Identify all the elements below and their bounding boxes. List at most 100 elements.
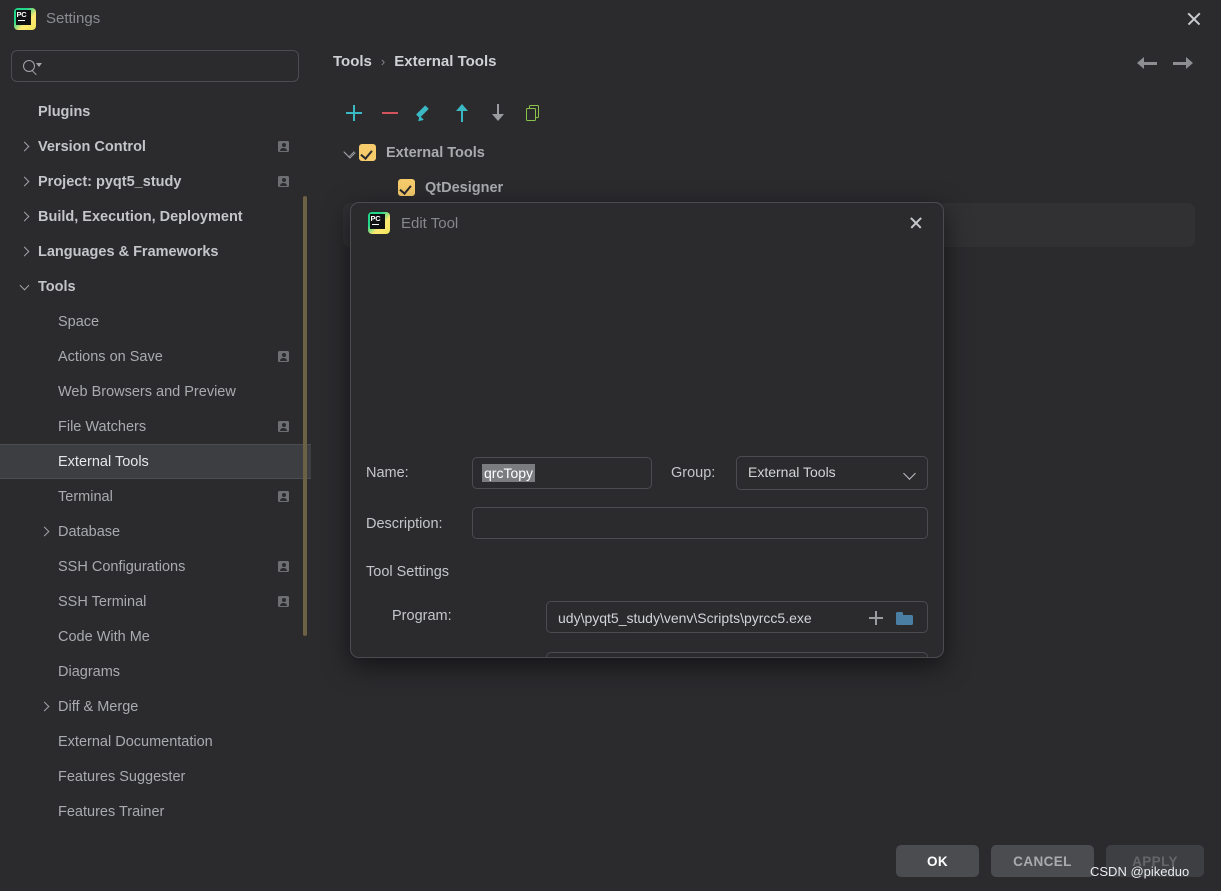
sidebar-item-tools[interactable]: Tools	[0, 269, 311, 304]
project-scope-icon	[278, 421, 289, 432]
tool-tree-row[interactable]: QtDesigner	[343, 170, 843, 205]
sidebar-item-label: External Tools	[58, 453, 149, 470]
name-input-selected-text: qrcTopy	[482, 464, 536, 482]
settings-sidebar: Plugins Version Control Project: pyqt5_stu…	[0, 38, 311, 891]
breadcrumb: Tools › External Tools	[333, 53, 496, 70]
remove-tool-button[interactable]	[379, 102, 401, 124]
sidebar-item-diagrams[interactable]: Diagrams	[0, 654, 311, 689]
arrow-left-shaft	[1144, 61, 1157, 65]
chevron-right-icon	[18, 140, 32, 154]
dialog-title: Edit Tool	[401, 215, 459, 232]
cancel-button[interactable]: CANCEL	[991, 845, 1094, 877]
nav-forward-button[interactable]	[1171, 54, 1193, 72]
sidebar-item-label: SSH Terminal	[58, 593, 147, 610]
external-tools-toolbar	[343, 98, 545, 128]
dialog-logo-text: PC	[370, 214, 381, 223]
browse-folder-icon[interactable]	[896, 612, 913, 625]
nav-back-button[interactable]	[1137, 54, 1159, 72]
sidebar-item-actions-on-save[interactable]: Actions on Save	[0, 339, 311, 374]
sidebar-item-external-tools[interactable]: External Tools	[0, 444, 311, 479]
window-titlebar: PC Settings	[0, 0, 1221, 38]
edit-tool-button[interactable]	[415, 102, 437, 124]
project-scope-icon	[278, 176, 289, 187]
sidebar-item-label: Actions on Save	[58, 348, 163, 365]
group-select[interactable]: External Tools	[736, 456, 928, 490]
watermark: CSDN @pikeduo	[1090, 864, 1190, 879]
project-scope-icon	[278, 141, 289, 152]
arrow-right-icon	[1186, 57, 1193, 69]
sidebar-item-label: External Documentation	[58, 733, 213, 750]
arguments-input[interactable]	[556, 653, 875, 657]
sidebar-item-ssh-configurations[interactable]: SSH Configurations	[0, 549, 311, 584]
name-field[interactable]: qrcTopy	[472, 457, 652, 489]
name-label: Name:	[366, 465, 409, 481]
ok-button[interactable]: OK	[896, 845, 979, 877]
sidebar-item-features-suggester[interactable]: Features Suggester	[0, 759, 311, 794]
chevron-right-icon	[18, 210, 32, 224]
tool-tree-row[interactable]: External Tools	[343, 135, 843, 170]
sidebar-item-languages-frameworks[interactable]: Languages & Frameworks	[0, 234, 311, 269]
arrow-left-icon	[1137, 57, 1144, 69]
dialog-logo-bar	[372, 223, 379, 226]
sidebar-item-features-trainer[interactable]: Features Trainer	[0, 794, 311, 829]
sidebar-item-label: Space	[58, 313, 100, 330]
sidebar-item-build-execution-deployment[interactable]: Build, Execution, Deployment	[0, 199, 311, 234]
description-field[interactable]	[472, 507, 928, 540]
description-input[interactable]	[482, 508, 924, 540]
sidebar-item-project-pyqt5-study[interactable]: Project: pyqt5_study	[0, 164, 311, 199]
sidebar-item-label: SSH Configurations	[58, 558, 186, 575]
insert-macro-icon[interactable]	[869, 611, 883, 625]
add-tool-button[interactable]	[343, 102, 365, 124]
settings-window: PC Settings Plugins Version Control Projec…	[0, 0, 1221, 891]
sidebar-item-terminal[interactable]: Terminal	[0, 479, 311, 514]
chevron-down-icon	[18, 280, 32, 294]
edit-tool-dialog: PC Edit Tool Name: qrcTopy Group: Extern…	[350, 202, 944, 658]
copy-tool-button[interactable]	[523, 102, 545, 124]
sidebar-item-label: Languages & Frameworks	[38, 243, 219, 260]
sidebar-item-ssh-terminal[interactable]: SSH Terminal	[0, 584, 311, 619]
arguments-field[interactable]	[546, 652, 928, 657]
sidebar-item-label: Terminal	[58, 488, 113, 505]
sidebar-item-diff-merge[interactable]: Diff & Merge	[0, 689, 311, 724]
search-box[interactable]	[11, 50, 299, 83]
sidebar-item-label: Features Suggester	[58, 768, 186, 785]
sidebar-item-label: Features Trainer	[58, 803, 165, 820]
program-label: Program:	[392, 608, 452, 624]
tool-settings-heading: Tool Settings	[366, 564, 450, 580]
pycharm-logo-icon: PC	[14, 8, 36, 30]
sidebar-item-file-watchers[interactable]: File Watchers	[0, 409, 311, 444]
checkbox-checked-icon[interactable]	[398, 179, 415, 196]
sidebar-item-label: Diagrams	[58, 663, 121, 680]
breadcrumb-parent[interactable]: Tools	[333, 53, 372, 70]
sidebar-item-code-with-me[interactable]: Code With Me	[0, 619, 311, 654]
pycharm-logo-bar	[18, 19, 25, 22]
dialog-pycharm-logo-icon: PC	[368, 212, 390, 234]
close-icon[interactable]	[1181, 6, 1207, 32]
search-icon-handle	[31, 70, 37, 76]
chevron-down-icon	[903, 467, 916, 480]
sidebar-item-label: Plugins	[38, 103, 91, 120]
sidebar-item-label: Version Control	[38, 138, 146, 155]
arrow-up-shaft	[461, 107, 463, 122]
tool-tree-label: QtDesigner	[425, 179, 504, 196]
dialog-close-icon[interactable]	[905, 212, 927, 234]
sidebar-item-external-documentation[interactable]: External Documentation	[0, 724, 311, 759]
move-down-button[interactable]	[487, 102, 509, 124]
chevron-right-icon	[18, 175, 32, 189]
program-field[interactable]	[546, 601, 928, 634]
sidebar-scrollbar[interactable]	[303, 196, 307, 636]
checkbox-checked-icon[interactable]	[359, 144, 376, 161]
sidebar-item-space[interactable]: Space	[0, 304, 311, 339]
sidebar-item-web-browsers-and-preview[interactable]: Web Browsers and Preview	[0, 374, 311, 409]
arrow-down-icon	[491, 114, 504, 121]
move-up-button[interactable]	[451, 102, 473, 124]
sidebar-item-label: Diff & Merge	[58, 698, 139, 715]
search-input[interactable]	[46, 51, 294, 83]
chevron-down-icon[interactable]	[343, 145, 359, 161]
breadcrumb-separator-icon: ›	[380, 54, 386, 69]
sidebar-item-plugins[interactable]: Plugins	[0, 94, 311, 129]
chevron-down-glyph	[343, 145, 355, 158]
program-input[interactable]	[556, 602, 875, 634]
sidebar-item-version-control[interactable]: Version Control	[0, 129, 311, 164]
sidebar-item-database[interactable]: Database	[0, 514, 311, 549]
